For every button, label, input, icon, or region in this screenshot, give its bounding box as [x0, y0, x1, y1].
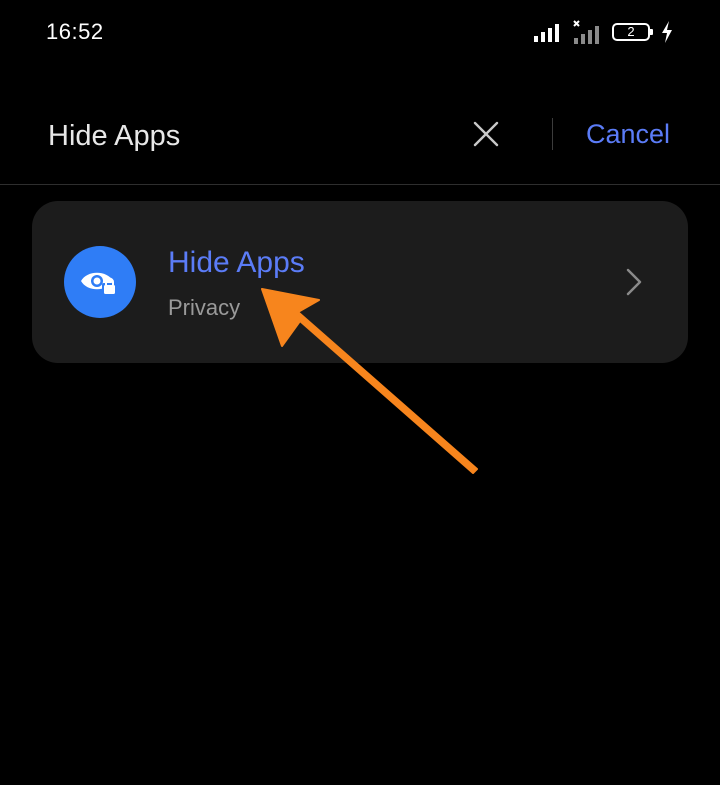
status-time: 16:52: [46, 19, 104, 44]
result-subtitle: Privacy: [168, 295, 241, 320]
close-icon: [473, 121, 499, 147]
search-input[interactable]: [48, 116, 428, 156]
result-item-hide-apps[interactable]: Hide Apps Privacy: [32, 201, 688, 363]
result-title: Hide Apps: [168, 246, 305, 279]
status-icons: 2: [532, 18, 674, 46]
battery-level: 2: [627, 24, 635, 39]
charging-icon: [662, 21, 672, 43]
battery-icon: 2: [612, 23, 653, 41]
status-bar: 16:52 2: [0, 0, 720, 66]
signal-icon: [534, 24, 559, 42]
header-divider: [0, 184, 720, 185]
chevron-right-icon: [626, 268, 642, 296]
search-divider: [552, 118, 553, 150]
cancel-button[interactable]: Cancel: [586, 119, 670, 150]
eye-lock-icon: [64, 246, 136, 318]
search-bar: Cancel: [0, 88, 720, 184]
clear-search-button[interactable]: [470, 116, 502, 152]
no-signal-icon: [573, 20, 599, 44]
